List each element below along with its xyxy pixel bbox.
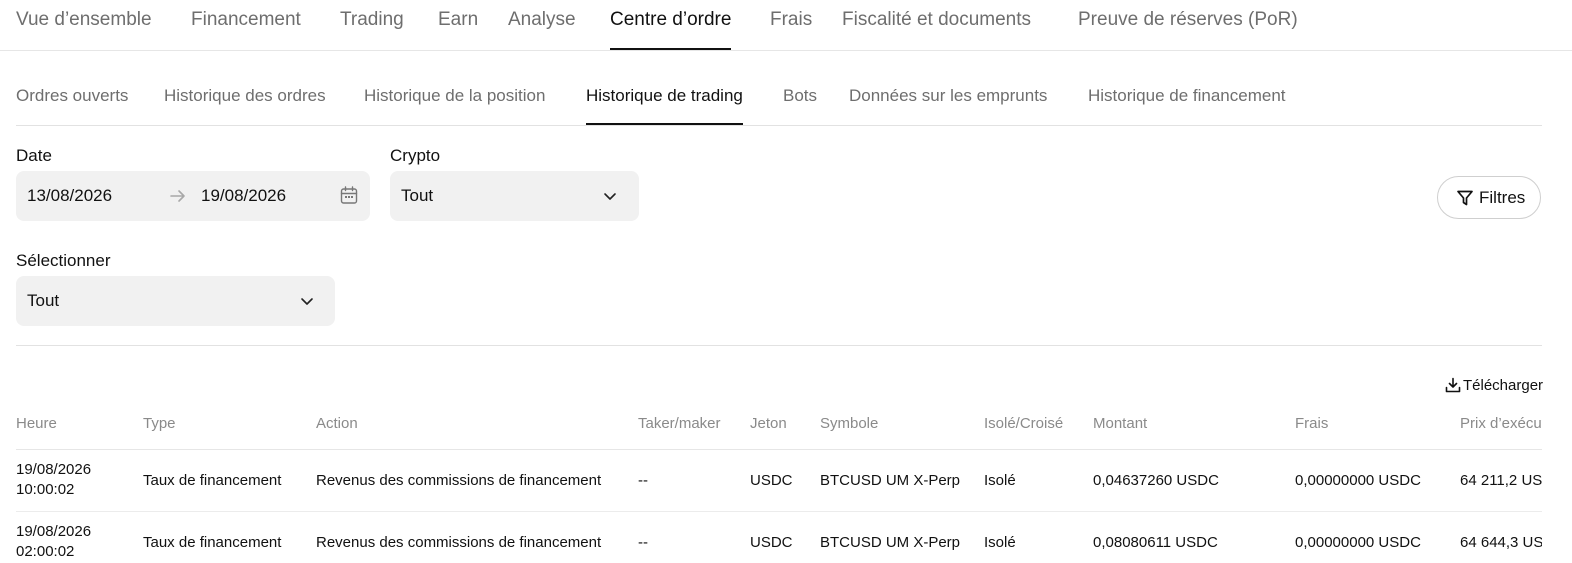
tab-vue-ensemble[interactable]: Vue d’ensemble: [16, 0, 152, 50]
header-isole-croise[interactable]: Isolé/Croisé: [984, 405, 1063, 449]
cell-symbol: BTCUSD UM X-Perp: [820, 534, 961, 551]
tab-analyse[interactable]: Analyse: [508, 0, 576, 50]
cell-fee: 0,00000000 USDC: [1295, 534, 1421, 551]
select-label: Sélectionner: [16, 251, 111, 270]
cell-margin: Isolé: [984, 472, 1016, 489]
chevron-down-icon: [604, 193, 616, 200]
header-jeton[interactable]: Jeton: [750, 405, 787, 449]
tab-historique-financement[interactable]: Historique de financement: [1088, 70, 1286, 125]
tab-historique-trading[interactable]: Historique de trading: [586, 70, 743, 125]
cell-hour: 10:00:02: [16, 481, 75, 498]
cell-token: USDC: [750, 534, 793, 551]
date-label: Date: [16, 146, 52, 165]
download-label: Télécharger: [1463, 377, 1544, 394]
cell-symbol: BTCUSD UM X-Perp: [820, 472, 961, 489]
sub-nav: Ordres ouverts Historique des ordres His…: [16, 70, 1542, 126]
tab-historique-ordres[interactable]: Historique des ordres: [164, 70, 326, 125]
header-heure[interactable]: Heure: [16, 405, 57, 449]
date-from-value[interactable]: 13/08/2026: [27, 171, 112, 221]
cell-margin: Isolé: [984, 534, 1016, 551]
tab-earn[interactable]: Earn: [438, 0, 478, 50]
download-icon: [1445, 377, 1461, 393]
cell-time: 19/08/2026 10:00:02: [16, 450, 91, 511]
cell-price: 64 211,2 USDC: [1460, 472, 1542, 489]
header-action[interactable]: Action: [316, 405, 358, 449]
filters-button[interactable]: Filtres: [1437, 176, 1541, 219]
tab-financement[interactable]: Financement: [191, 0, 301, 50]
calendar-icon[interactable]: [340, 186, 358, 205]
cell-taker-maker: --: [638, 472, 648, 489]
cell-token: USDC: [750, 472, 793, 489]
cell-amount: 0,08080611 USDC: [1093, 534, 1218, 551]
table-row[interactable]: 19/08/2026 10:00:02 Taux de financement …: [16, 450, 1542, 512]
cell-date: 19/08/2026: [16, 461, 92, 478]
tab-frais[interactable]: Frais: [770, 0, 812, 50]
cell-taker-maker: --: [638, 534, 648, 551]
tab-bots[interactable]: Bots: [783, 70, 817, 125]
page: Vue d’ensemble Financement Trading Earn …: [0, 0, 1572, 563]
header-type[interactable]: Type: [143, 405, 176, 449]
header-frais[interactable]: Frais: [1295, 405, 1328, 449]
tab-historique-position[interactable]: Historique de la position: [364, 70, 545, 125]
type-select-value: Tout: [27, 291, 60, 310]
cell-fee: 0,00000000 USDC: [1295, 472, 1421, 489]
chevron-down-icon: [301, 298, 313, 305]
header-taker-maker[interactable]: Taker/maker: [638, 405, 721, 449]
cell-action: Revenus des commissions de financement: [316, 534, 602, 551]
crypto-label: Crypto: [390, 146, 441, 165]
tab-ordres-ouverts[interactable]: Ordres ouverts: [16, 70, 128, 125]
filter-icon: [1457, 190, 1473, 206]
cell-hour: 02:00:02: [16, 543, 75, 560]
section-divider: [16, 345, 1542, 346]
tab-trading[interactable]: Trading: [340, 0, 404, 50]
top-nav: Vue d’ensemble Financement Trading Earn …: [0, 0, 1572, 51]
arrow-right-icon: [170, 190, 185, 202]
tab-centre-ordre[interactable]: Centre d’ordre: [610, 0, 732, 50]
header-montant[interactable]: Montant: [1093, 405, 1147, 449]
filters-button-label: Filtres: [1479, 188, 1526, 207]
cell-price: 64 644,3 USDC: [1460, 534, 1542, 551]
tab-fiscalite-documents[interactable]: Fiscalité et documents: [842, 0, 1031, 50]
table-row[interactable]: 19/08/2026 02:00:02 Taux de financement …: [16, 512, 1542, 563]
date-to-value[interactable]: 19/08/2026: [201, 171, 286, 221]
date-range-picker[interactable]: 13/08/2026 19/08/2026: [16, 171, 370, 221]
cell-type: Taux de financement: [143, 534, 282, 551]
crypto-select-value: Tout: [401, 186, 434, 205]
cell-action: Revenus des commissions de financement: [316, 472, 602, 489]
header-symbole[interactable]: Symbole: [820, 405, 878, 449]
type-select[interactable]: Tout: [16, 276, 335, 326]
tab-preuve-reserves[interactable]: Preuve de réserves (PoR): [1078, 0, 1298, 50]
crypto-select[interactable]: Tout: [390, 171, 639, 221]
cell-amount: 0,04637260 USDC: [1093, 472, 1219, 489]
cell-type: Taux de financement: [143, 472, 282, 489]
cell-date: 19/08/2026: [16, 523, 92, 540]
trade-history-table: Heure Type Action Taker/maker Jeton Symb…: [16, 405, 1542, 563]
tab-donnees-emprunts[interactable]: Données sur les emprunts: [849, 70, 1047, 125]
header-prix-execution[interactable]: Prix d’exécution: [1460, 405, 1542, 449]
cell-time: 19/08/2026 02:00:02: [16, 512, 91, 563]
